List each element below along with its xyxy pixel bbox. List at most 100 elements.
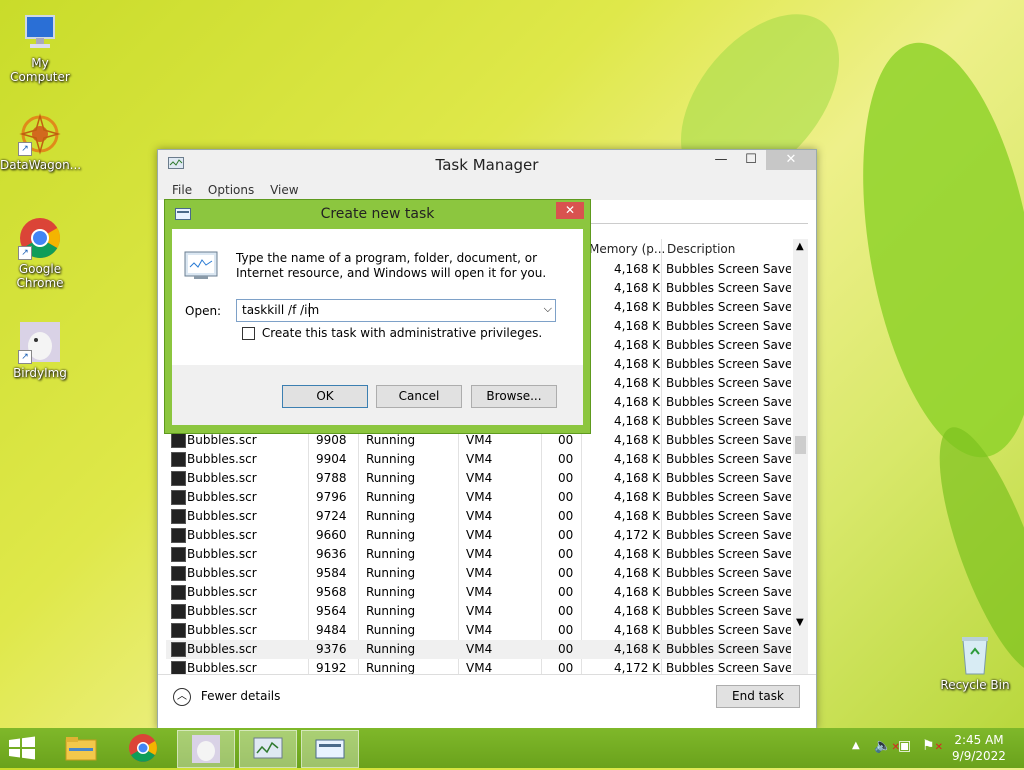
- process-description: Bubbles Screen Saver: [666, 357, 791, 371]
- minimize-button[interactable]: —: [706, 150, 736, 170]
- browse-button[interactable]: Browse...: [471, 385, 557, 408]
- maximize-button[interactable]: ☐: [736, 150, 766, 170]
- process-pid: 9636: [316, 547, 347, 561]
- table-row[interactable]: Bubbles.scr 9904 Running VM4 00 4,168 K Bubble…: [166, 450, 791, 469]
- open-combobox[interactable]: taskkill /f /im ⌵: [236, 299, 556, 322]
- taskbar-chrome[interactable]: [115, 730, 171, 766]
- scroll-down-arrow-icon[interactable]: ▼: [796, 617, 804, 628]
- process-status: Running: [366, 566, 416, 580]
- menu-file[interactable]: File: [172, 183, 192, 197]
- process-status: Running: [366, 585, 416, 599]
- process-description: Bubbles Screen Saver: [666, 604, 791, 618]
- process-description: Bubbles Screen Saver: [666, 509, 791, 523]
- process-description: Bubbles Screen Saver: [666, 528, 791, 542]
- screensaver-process-icon: [171, 623, 186, 638]
- screensaver-process-icon: [171, 642, 186, 657]
- table-row[interactable]: Bubbles.scr 9484 Running VM4 00 4,168 K Bubble…: [166, 621, 791, 640]
- network-icon[interactable]: ▣: [898, 738, 911, 754]
- process-user: VM4: [466, 585, 493, 599]
- process-cpu: 00: [558, 623, 574, 637]
- image-icon: ↗: [18, 320, 62, 364]
- process-description: Bubbles Screen Saver: [666, 547, 791, 561]
- start-button[interactable]: [8, 736, 36, 760]
- clock[interactable]: 2:45 AM 9/9/2022: [948, 732, 1010, 764]
- process-memory: 4,172 K: [614, 528, 661, 542]
- taskbar-task-manager[interactable]: [239, 730, 297, 768]
- table-row[interactable]: Bubbles.scr 9192 Running VM4 00 4,172 K Bubble…: [166, 659, 791, 674]
- show-hidden-icons-chevron-icon[interactable]: ▲: [852, 740, 860, 751]
- process-description: Bubbles Screen Saver: [666, 661, 791, 674]
- table-row[interactable]: Bubbles.scr 9564 Running VM4 00 4,168 K Bubble…: [166, 602, 791, 621]
- dialog-close-button[interactable]: ✕: [556, 202, 584, 219]
- process-memory: 4,168 K: [614, 604, 661, 618]
- volume-muted-icon[interactable]: 🔈✕: [874, 738, 900, 754]
- desktop-icon-birdyimg[interactable]: ↗ BirdyImg: [0, 320, 80, 380]
- process-status: Running: [366, 642, 416, 656]
- process-description: Bubbles Screen Saver: [666, 433, 791, 447]
- taskbar-birdyimg[interactable]: [177, 730, 235, 768]
- table-row[interactable]: Bubbles.scr 9788 Running VM4 00 4,168 K Bubble…: [166, 469, 791, 488]
- desktop-icon-recycle-bin[interactable]: Recycle Bin: [935, 632, 1015, 692]
- recycle-bin-icon: [953, 632, 997, 676]
- process-user: VM4: [466, 490, 493, 504]
- process-pid: 9192: [316, 661, 347, 674]
- process-pid: 9376: [316, 642, 347, 656]
- column-header-memory[interactable]: Memory (p...: [589, 239, 665, 259]
- process-description: Bubbles Screen Saver: [666, 585, 791, 599]
- fewer-details-button[interactable]: ︿ Fewer details: [173, 686, 280, 706]
- process-memory: 4,168 K: [614, 433, 661, 447]
- process-status: Running: [366, 471, 416, 485]
- table-row[interactable]: Bubbles.scr 9584 Running VM4 00 4,168 K Bubble…: [166, 564, 791, 583]
- process-description: Bubbles Screen Saver: [666, 300, 791, 314]
- process-cpu: 00: [558, 528, 574, 542]
- admin-checkbox-row[interactable]: Create this task with administrative pri…: [242, 326, 542, 340]
- menu-view[interactable]: View: [270, 183, 298, 197]
- table-row[interactable]: Bubbles.scr 9568 Running VM4 00 4,168 K Bubble…: [166, 583, 791, 602]
- process-name: Bubbles.scr: [187, 528, 257, 542]
- process-memory: 4,168 K: [614, 319, 661, 333]
- desktop-icon-google-chrome[interactable]: ↗ Google Chrome: [0, 216, 80, 290]
- process-status: Running: [366, 528, 416, 542]
- process-pid: 9568: [316, 585, 347, 599]
- process-memory: 4,168 K: [614, 623, 661, 637]
- process-cpu: 00: [558, 661, 574, 674]
- process-name: Bubbles.scr: [187, 471, 257, 485]
- table-row[interactable]: Bubbles.scr 9376 Running VM4 00 4,168 K Bubble…: [166, 640, 791, 659]
- desktop-icon-datawagon[interactable]: ↗ DataWagon...: [0, 112, 81, 172]
- process-name: Bubbles.scr: [187, 642, 257, 656]
- menu-options[interactable]: Options: [208, 183, 254, 197]
- process-pid: 9788: [316, 471, 347, 485]
- table-row[interactable]: Bubbles.scr 9660 Running VM4 00 4,172 K Bubble…: [166, 526, 791, 545]
- process-memory: 4,168 K: [614, 357, 661, 371]
- action-center-flag-icon[interactable]: ⚑✕: [922, 738, 943, 754]
- computer-icon: [18, 10, 62, 54]
- taskbar-run-dialog[interactable]: [301, 730, 359, 768]
- column-header-description[interactable]: Description: [667, 239, 735, 259]
- scrollbar-thumb[interactable]: [795, 436, 806, 454]
- process-name: Bubbles.scr: [187, 661, 257, 674]
- process-list-scrollbar[interactable]: ▲ ▼: [793, 239, 808, 674]
- table-row[interactable]: Bubbles.scr 9796 Running VM4 00 4,168 K Bubble…: [166, 488, 791, 507]
- process-status: Running: [366, 490, 416, 504]
- process-memory: 4,168 K: [614, 509, 661, 523]
- process-description: Bubbles Screen Saver: [666, 262, 791, 276]
- cancel-button[interactable]: Cancel: [376, 385, 462, 408]
- clock-time: 2:45 AM: [954, 733, 1004, 747]
- table-row[interactable]: Bubbles.scr 9636 Running VM4 00 4,168 K Bubble…: [166, 545, 791, 564]
- end-task-button[interactable]: End task: [716, 685, 800, 708]
- close-button[interactable]: ✕: [766, 150, 816, 170]
- desktop-icon-my-computer[interactable]: My Computer: [0, 10, 80, 84]
- chevron-down-icon[interactable]: ⌵: [544, 302, 552, 316]
- task-manager-titlebar[interactable]: Task Manager — ☐ ✕: [158, 150, 816, 180]
- admin-checkbox[interactable]: [242, 327, 255, 340]
- ok-button[interactable]: OK: [282, 385, 368, 408]
- chrome-icon: ↗: [18, 216, 62, 260]
- process-description: Bubbles Screen Saver: [666, 490, 791, 504]
- taskbar-file-explorer[interactable]: [53, 730, 109, 766]
- table-row[interactable]: Bubbles.scr 9724 Running VM4 00 4,168 K Bubble…: [166, 507, 791, 526]
- scroll-up-arrow-icon[interactable]: ▲: [796, 241, 804, 252]
- process-memory: 4,168 K: [614, 338, 661, 352]
- process-pid: 9724: [316, 509, 347, 523]
- open-input[interactable]: taskkill /f /im: [242, 303, 323, 317]
- process-memory: 4,168 K: [614, 490, 661, 504]
